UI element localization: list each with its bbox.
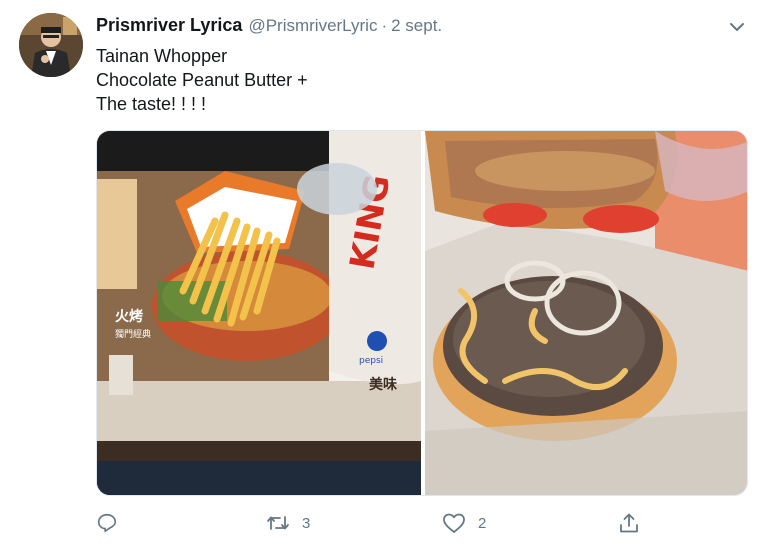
display-name[interactable]: Prismriver Lyrica [96,15,242,35]
tweet-text-line: The taste! ! ! ! [96,94,207,114]
like-count: 2 [478,514,487,532]
reply-button[interactable] [96,508,130,538]
tweet-actions: 3 2 [96,508,656,538]
user-handle[interactable]: @PrismriverLyric [248,16,377,35]
tweet-media: KING pepsi 火烤 獨門經典 美味 [96,130,748,496]
retweet-button[interactable]: 3 [266,508,310,538]
avatar-image [19,13,83,77]
tray-text-1: 火烤 [115,308,143,325]
heart-icon [443,513,465,533]
tweet-header: Prismriver Lyrica @PrismriverLyric · 2 sept… [96,15,442,39]
cup-brand-text: pepsi [359,356,383,366]
like-button[interactable]: 2 [442,508,486,538]
avatar[interactable] [19,13,83,77]
photo-burger-image [425,131,747,495]
tweet-text-line: Tainan Whopper [96,46,228,66]
share-icon [620,513,638,533]
retweet-count: 3 [302,514,311,532]
photo-fries-image: KING pepsi 火烤 獨門經典 美味 [97,131,421,495]
chevron-down-icon [730,23,744,31]
photo-open-burger[interactable] [425,131,747,495]
tweet-text-line: Chocolate Peanut Butter + [96,70,308,90]
more-options-button[interactable] [726,16,748,38]
tweet-text: Tainan Whopper Chocolate Peanut Butter +… [96,44,308,116]
tweet-date[interactable]: 2 sept. [391,16,442,35]
separator: · [381,16,388,35]
retweet-icon [267,516,289,530]
tray-text-3: 美味 [369,376,397,393]
reply-icon [97,513,117,533]
share-button[interactable] [618,508,640,538]
tray-text-2: 獨門經典 [115,328,151,340]
tweet[interactable]: Prismriver Lyrica @PrismriverLyric · 2 sept… [0,0,768,548]
photo-fries-and-cup[interactable]: KING pepsi 火烤 獨門經典 美味 [97,131,421,495]
